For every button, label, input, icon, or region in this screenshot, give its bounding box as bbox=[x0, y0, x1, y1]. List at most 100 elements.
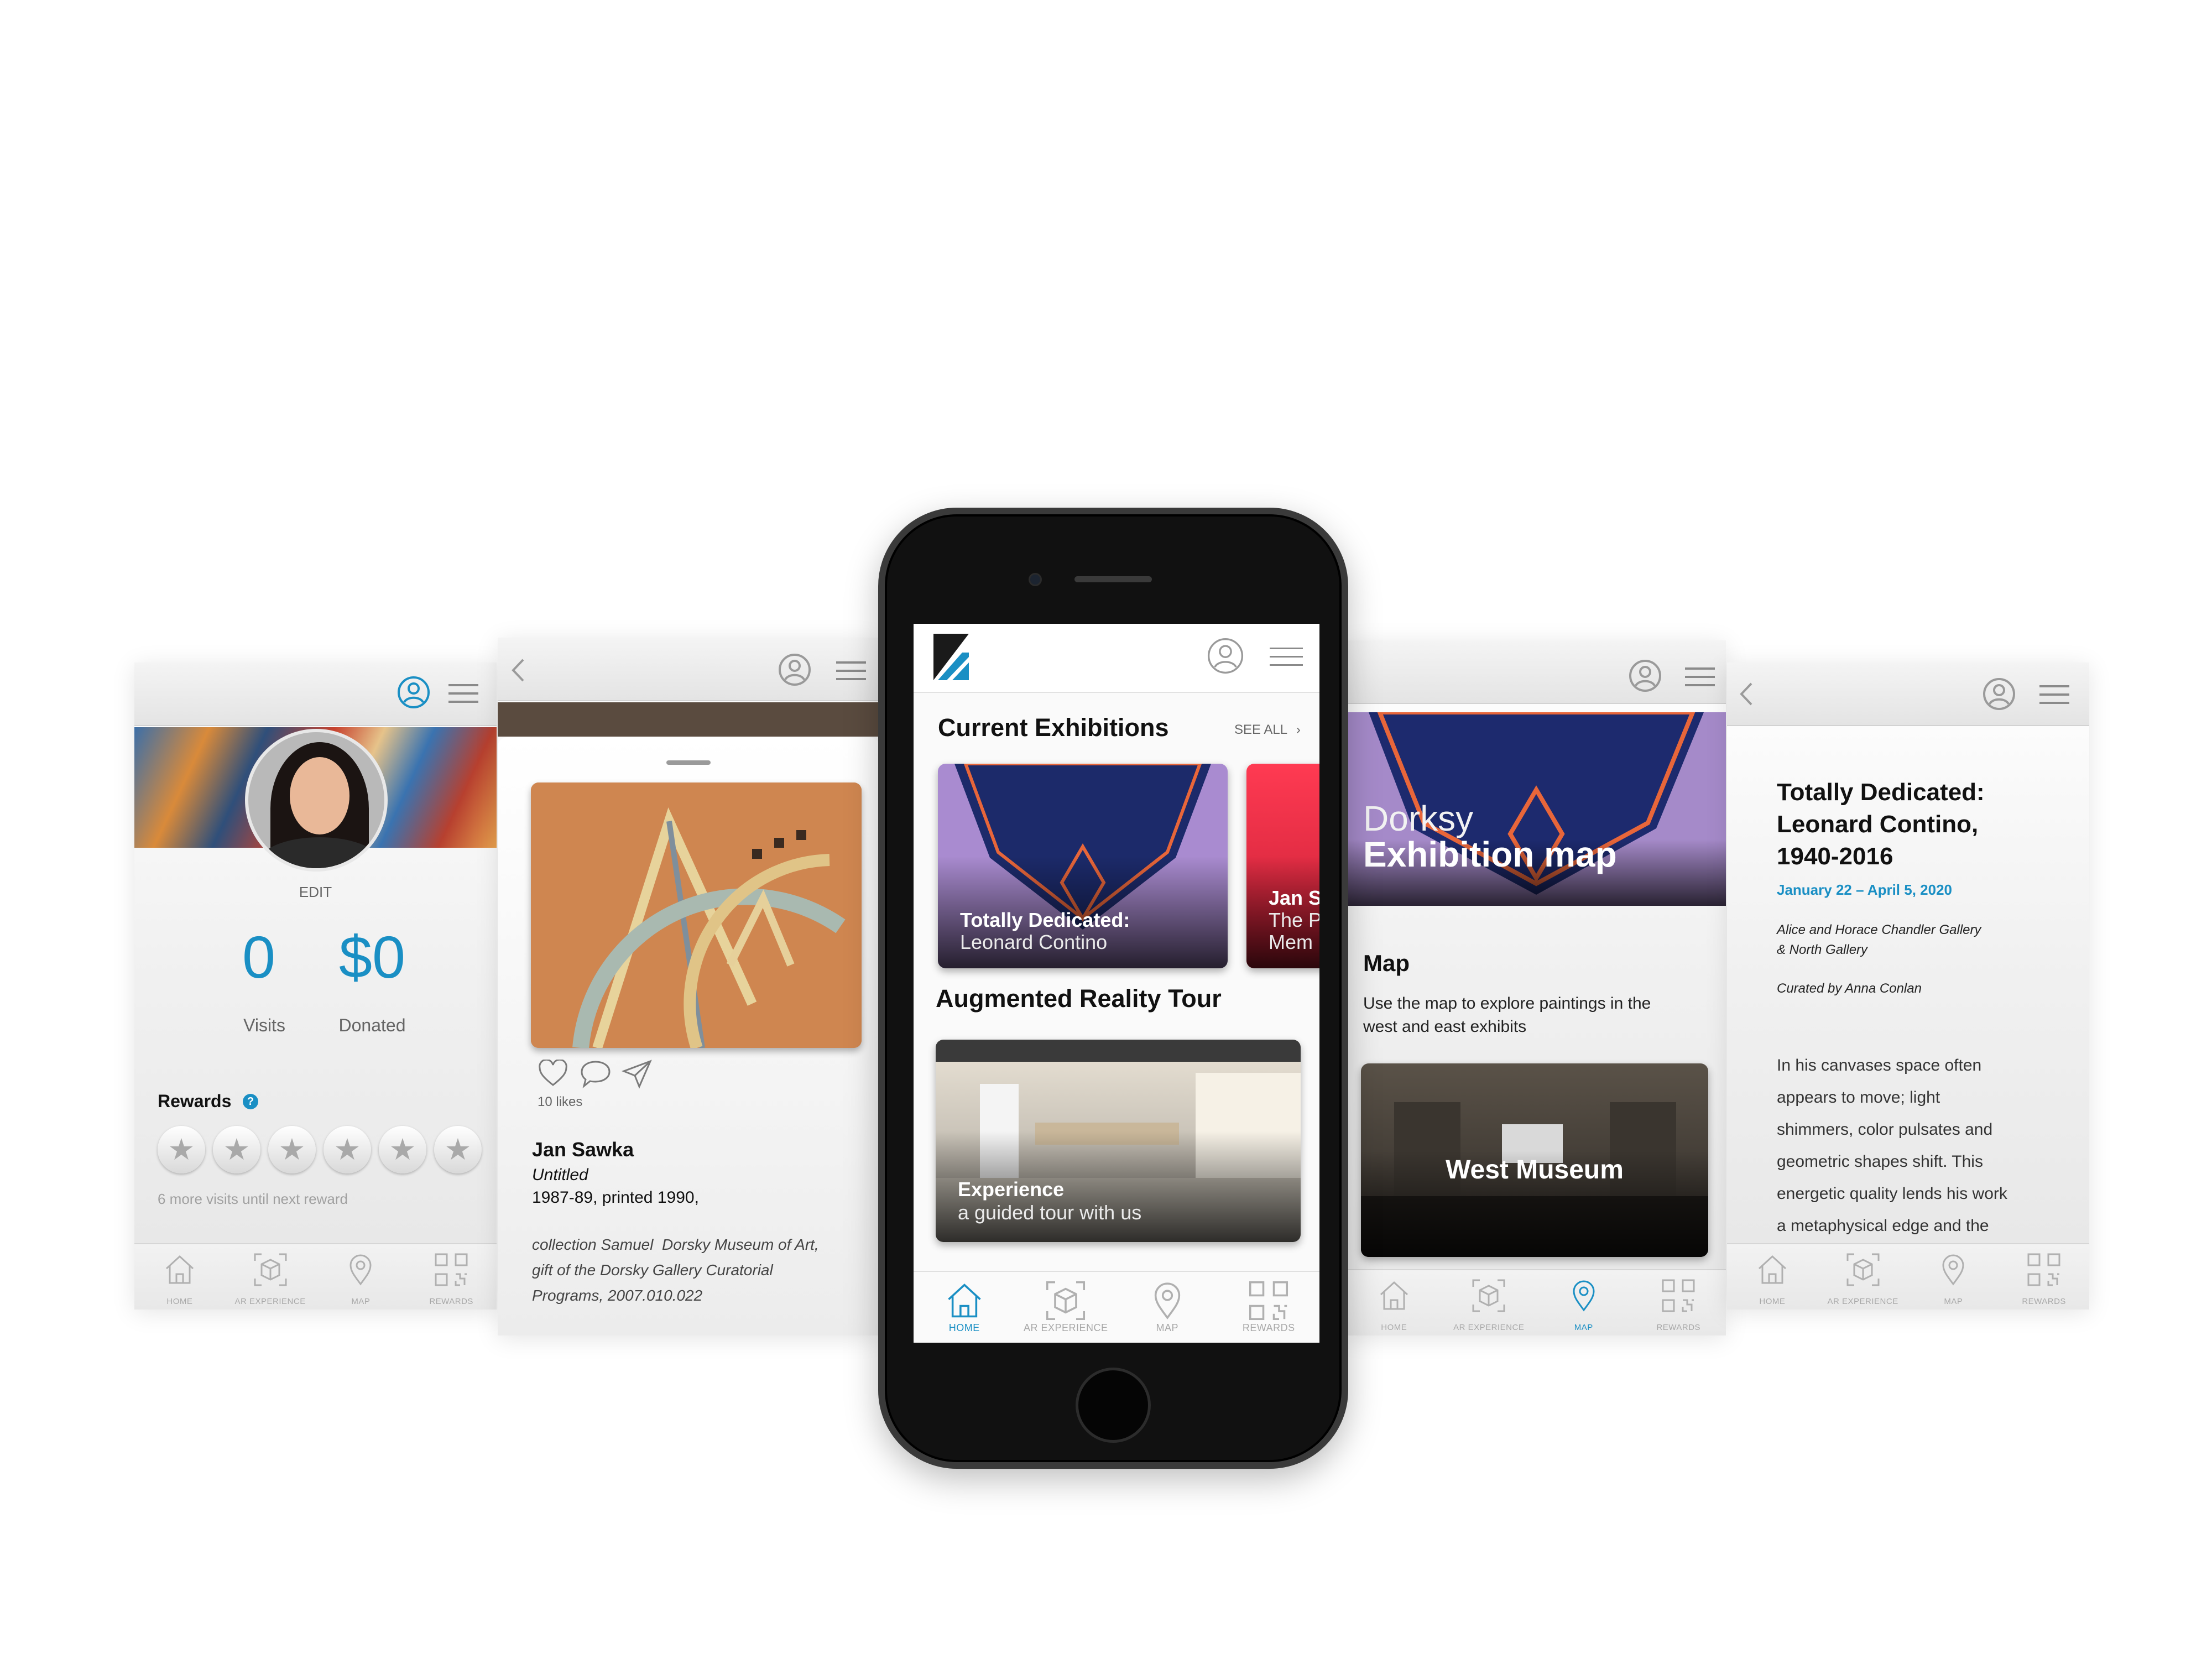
nav-home-label: HOME bbox=[166, 1297, 193, 1306]
reward-star-icon: ★ bbox=[158, 1126, 205, 1173]
nav-rewards[interactable]: REWARDS bbox=[1218, 1276, 1320, 1338]
home-screen: Current Exhibitions SEE ALL › Totally De… bbox=[914, 624, 1319, 1343]
nav-map-label: MAP bbox=[351, 1297, 371, 1306]
donated-amount: $0 bbox=[338, 924, 406, 990]
header-image-strip bbox=[498, 702, 879, 737]
exhibition-title-line1: Totally Dedicated: bbox=[1777, 779, 1985, 806]
exhibition-title-line2: Leonard Contino, bbox=[1777, 811, 1979, 838]
home-icon bbox=[948, 1284, 981, 1318]
west-museum-card[interactable]: West Museum bbox=[1361, 1063, 1708, 1257]
credit-line-2: gift of the Dorsky Gallery Curatorial bbox=[532, 1261, 773, 1279]
chevron-right-icon: › bbox=[1296, 722, 1301, 737]
artwork-image[interactable] bbox=[531, 782, 862, 1048]
map-pin-icon bbox=[349, 1254, 372, 1286]
user-icon[interactable] bbox=[1627, 658, 1663, 693]
body-line1: In his canvases space often bbox=[1777, 1056, 1982, 1074]
exhibition-title-line3: 1940-2016 bbox=[1777, 843, 1893, 870]
rewards-stars: ★ ★ ★ ★ ★ ★ bbox=[158, 1126, 489, 1176]
user-icon[interactable] bbox=[396, 675, 431, 710]
map-description-line2: west and east exhibits bbox=[1363, 1018, 1527, 1036]
hamburger-menu-icon[interactable] bbox=[1270, 646, 1303, 668]
see-all-label: SEE ALL bbox=[1234, 722, 1287, 737]
nav-map[interactable]: MAP bbox=[1117, 1276, 1218, 1338]
ar-cube-icon bbox=[1472, 1279, 1505, 1312]
nav-ar-label: AR EXPERIENCE bbox=[1827, 1297, 1898, 1306]
current-exhibitions-title: Current Exhibitions bbox=[938, 713, 1169, 742]
nav-home-label: HOME bbox=[1759, 1297, 1786, 1306]
earpiece-speaker bbox=[1074, 576, 1152, 582]
hamburger-menu-icon[interactable] bbox=[1685, 666, 1715, 688]
nav-map[interactable]: MAP bbox=[316, 1249, 406, 1310]
museum-logo-icon[interactable] bbox=[930, 630, 974, 684]
ar-tour-card[interactable]: Experience a guided tour with us bbox=[936, 1040, 1301, 1242]
ar-cube-icon bbox=[1846, 1253, 1880, 1286]
see-all-link[interactable]: SEE ALL › bbox=[1234, 722, 1301, 738]
card-subtitle-1: The P bbox=[1269, 909, 1319, 931]
reward-star-icon: ★ bbox=[213, 1126, 260, 1173]
nav-rewards-label: REWARDS bbox=[1656, 1323, 1701, 1332]
gallery-line2: & North Gallery bbox=[1777, 942, 1868, 957]
nav-map-label: MAP bbox=[1944, 1297, 1963, 1306]
nav-home[interactable]: HOME bbox=[134, 1249, 225, 1310]
body-line4: geometric shapes shift. This bbox=[1777, 1152, 1983, 1171]
tour-card-title: Experience bbox=[958, 1178, 1065, 1201]
curator-line: Curated by Anna Conlan bbox=[1777, 981, 1922, 996]
back-chevron-icon[interactable] bbox=[1738, 681, 1755, 707]
qr-code-icon bbox=[1249, 1281, 1288, 1321]
nav-rewards[interactable]: REWARDS bbox=[1631, 1275, 1726, 1335]
visits-count: 0 bbox=[242, 924, 276, 990]
card-subtitle-2: Mem bbox=[1269, 931, 1313, 953]
share-send-icon[interactable] bbox=[622, 1059, 653, 1089]
nav-home-label: HOME bbox=[948, 1322, 980, 1333]
front-camera bbox=[1029, 573, 1042, 586]
exhibition-topbar bbox=[1727, 662, 2089, 726]
comment-icon[interactable] bbox=[580, 1060, 612, 1088]
home-button[interactable] bbox=[1076, 1368, 1151, 1443]
nav-rewards-label: REWARDS bbox=[429, 1297, 473, 1306]
west-museum-label: West Museum bbox=[1446, 1155, 1624, 1185]
nav-rewards[interactable]: REWARDS bbox=[406, 1249, 497, 1310]
nav-ar-experience[interactable]: AR EXPERIENCE bbox=[1442, 1275, 1537, 1335]
reward-star-icon: ★ bbox=[379, 1126, 426, 1173]
user-icon[interactable] bbox=[777, 652, 812, 687]
qr-code-icon bbox=[435, 1253, 468, 1286]
user-icon[interactable] bbox=[1981, 676, 2017, 712]
nav-home[interactable]: HOME bbox=[914, 1276, 1015, 1338]
nav-ar-experience[interactable]: AR EXPERIENCE bbox=[225, 1249, 316, 1310]
nav-home-label: HOME bbox=[1381, 1323, 1407, 1332]
hero-title-light: Dorksy bbox=[1363, 799, 1474, 838]
exhibition-dates: January 22 – April 5, 2020 bbox=[1777, 881, 1953, 898]
nav-home[interactable]: HOME bbox=[1347, 1275, 1442, 1335]
edit-profile-link[interactable]: EDIT bbox=[134, 884, 497, 901]
hamburger-menu-icon[interactable] bbox=[836, 660, 866, 682]
exhibition-bottom-nav: HOME AR EXPERIENCE MAP REWARDS bbox=[1727, 1243, 2089, 1310]
user-icon[interactable] bbox=[1206, 636, 1245, 676]
heart-like-icon[interactable] bbox=[538, 1060, 568, 1087]
rewards-help-icon[interactable]: ? bbox=[243, 1094, 258, 1109]
hamburger-menu-icon[interactable] bbox=[448, 682, 478, 705]
card-title: Totally Dedicated: bbox=[960, 909, 1130, 931]
nav-ar-experience[interactable]: AR EXPERIENCE bbox=[1015, 1276, 1117, 1338]
exhibition-card-sawka[interactable]: Jan Sa The P Mem bbox=[1246, 764, 1319, 968]
nav-ar-label: AR EXPERIENCE bbox=[1453, 1323, 1525, 1332]
nav-map-label: MAP bbox=[1156, 1322, 1178, 1333]
map-pin-icon bbox=[1573, 1280, 1595, 1312]
phone-device: Current Exhibitions SEE ALL › Totally De… bbox=[878, 508, 1348, 1469]
profile-topbar bbox=[134, 662, 497, 726]
avatar[interactable] bbox=[245, 729, 388, 872]
exhibition-card-contino[interactable]: Totally Dedicated: Leonard Contino bbox=[938, 764, 1228, 968]
qr-code-icon bbox=[1662, 1279, 1695, 1312]
home-bottom-nav: HOME AR EXPERIENCE MAP REWARDS bbox=[914, 1271, 1319, 1343]
nav-map[interactable]: MAP bbox=[1536, 1275, 1631, 1335]
map-bottom-nav: HOME AR EXPERIENCE MAP REWARDS bbox=[1347, 1269, 1726, 1335]
map-screen: Dorksy Exhibition map Map Use the map to… bbox=[1347, 640, 1726, 1335]
sheet-drag-handle[interactable] bbox=[666, 760, 711, 765]
nav-home[interactable]: HOME bbox=[1727, 1249, 1818, 1310]
profile-bottom-nav: HOME AR EXPERIENCE MAP REWARDS bbox=[134, 1243, 497, 1310]
nav-map[interactable]: MAP bbox=[1908, 1249, 1999, 1310]
nav-rewards[interactable]: REWARDS bbox=[1999, 1249, 2089, 1310]
nav-ar-experience[interactable]: AR EXPERIENCE bbox=[1818, 1249, 1908, 1310]
hamburger-menu-icon[interactable] bbox=[2039, 684, 2069, 706]
nav-rewards-label: REWARDS bbox=[2022, 1297, 2066, 1306]
back-chevron-icon[interactable] bbox=[510, 658, 526, 683]
